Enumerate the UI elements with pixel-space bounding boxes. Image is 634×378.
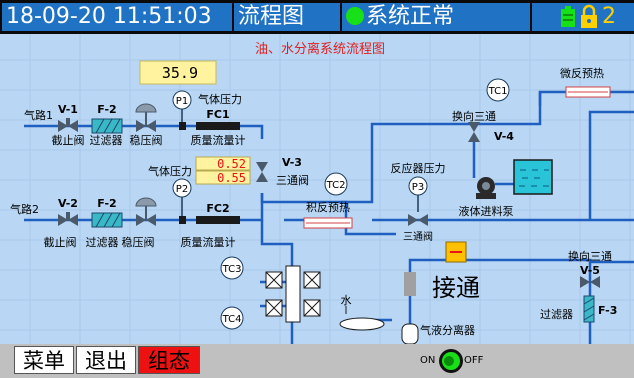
header-bar: 18-09-20 11:51:03 流程图 系统正常 2: [0, 0, 634, 34]
p3-label: P3: [412, 182, 424, 193]
mass-flow1-label: 质量流量计: [191, 133, 246, 147]
fc1-label: FC1: [206, 108, 229, 121]
exit-button[interactable]: 退出: [76, 346, 136, 374]
filter1-label: 过滤器: [90, 134, 123, 147]
p1-label: P1: [176, 96, 188, 107]
connect-switch-icon[interactable]: [445, 241, 467, 263]
tc1-label: TC1: [488, 86, 508, 97]
gas-liquid-separator: [401, 323, 419, 344]
regulator2-label: 稳压阀: [122, 235, 155, 249]
stop-valve1-label: 截止阀: [52, 133, 85, 147]
mass-flow-meter-1: [196, 122, 240, 130]
v3-label: V-3: [282, 156, 302, 169]
liquid-feed-pump-label: 液体进料泵: [459, 204, 514, 218]
micro-reactor-preheat-label: 微反预热: [560, 66, 604, 80]
valve-v3[interactable]: [256, 162, 268, 182]
water-cooler: [339, 317, 385, 331]
filter-f2-top: [91, 118, 123, 134]
heat-exchanger: [265, 265, 321, 323]
reactor-pressure-label: 反应器压力: [391, 161, 446, 175]
tc3-label: TC3: [222, 264, 242, 275]
water-label: 水: [341, 294, 352, 307]
reversing-valve2-label: 换向三通: [568, 249, 612, 263]
valve-p3[interactable]: [408, 214, 428, 226]
page-title: 流程图: [234, 3, 340, 31]
filter-f2-bottom: [91, 212, 123, 228]
system-status: 系统正常: [342, 3, 530, 31]
v5-label: V-5: [580, 264, 600, 277]
value-display-text: 35.9: [162, 64, 198, 82]
filter3-label: 过滤器: [540, 308, 573, 321]
datetime-display: 18-09-20 11:51:03: [2, 3, 232, 31]
gas-pressure1-label: 气体压力: [198, 92, 242, 106]
mass-flow-meter-2: [196, 216, 240, 224]
on-label: ON: [420, 355, 436, 366]
flow-value-2: 0.55: [217, 171, 246, 185]
regulator-top: [135, 103, 157, 132]
filter-f3: [583, 295, 595, 323]
inlet1-label: 气路1: [24, 108, 53, 122]
f3-label: F-3: [598, 304, 617, 317]
flow-diagram: 油、水分离系统流程图 35.9 V-1 V-2 气路1 气路2 截止阀 截止阀: [0, 34, 634, 344]
on-off-toggle[interactable]: ON OFF: [420, 348, 486, 374]
flow-value-1: 0.52: [217, 157, 246, 171]
reversing-valve1-label: 换向三通: [452, 109, 496, 123]
toggle-on-icon: [439, 349, 463, 373]
config-button[interactable]: 组态: [138, 346, 200, 374]
battery-icon: [561, 6, 575, 27]
status-ok-icon: [346, 7, 364, 25]
regulator-bottom: [135, 197, 157, 226]
regulator1-label: 稳压阀: [130, 133, 163, 147]
diagram-title: 油、水分离系统流程图: [255, 41, 385, 57]
f2b-label: F-2: [97, 197, 116, 210]
v1-label: V-1: [58, 103, 78, 116]
liquid-tank: [513, 159, 553, 195]
three-way-valve-label: 三通阀: [276, 173, 309, 187]
lock-icon[interactable]: [581, 4, 597, 28]
connect-status-text: 接通: [432, 274, 480, 302]
fc2-label: FC2: [206, 202, 229, 215]
off-label: OFF: [464, 355, 484, 366]
three-way-valve2-label: 三通阀: [403, 230, 433, 243]
valve-v2[interactable]: [58, 212, 78, 226]
stop-valve2-label: 截止阀: [44, 235, 77, 249]
separator-label: 气液分离器: [420, 323, 475, 337]
status-text: 系统正常: [366, 4, 455, 29]
ji-fan-yure-label: 积反预热: [306, 201, 350, 214]
page-number: 2: [602, 4, 616, 29]
gas-pressure2-label: 气体压力: [148, 164, 192, 178]
f2a-label: F-2: [97, 103, 116, 116]
tc4-label: TC4: [222, 314, 242, 325]
tc2-label: TC2: [326, 180, 346, 191]
p2-label: P2: [176, 184, 188, 195]
header-icons: 2: [532, 3, 634, 31]
v2-label: V-2: [58, 197, 78, 210]
v4-label: V-4: [494, 130, 514, 143]
mass-flow2-label: 质量流量计: [181, 235, 236, 249]
menu-button[interactable]: 菜单: [14, 346, 74, 374]
filter2-label: 过滤器: [86, 236, 119, 249]
inlet2-label: 气路2: [10, 202, 39, 216]
footer-bar: 菜单 退出 组态 ON OFF: [0, 344, 634, 378]
